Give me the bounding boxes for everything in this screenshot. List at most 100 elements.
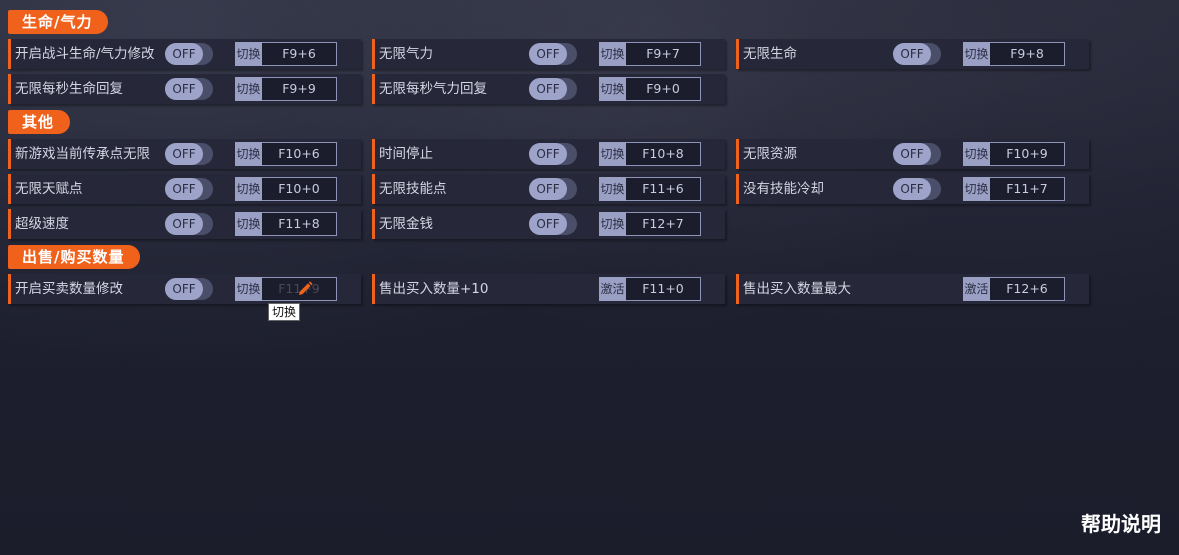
hotkey-key: F9+0 [626, 77, 701, 101]
cheat-label: 没有技能冷却 [743, 181, 824, 197]
toggle-switch[interactable]: OFF [893, 178, 941, 200]
hotkey-key: F9+6 [262, 42, 337, 66]
hotkey-mode: 激活 [599, 277, 626, 301]
cheat-row: 无限金钱 OFF 切换 F12+7 [372, 209, 725, 239]
cheat-label: 无限资源 [743, 146, 797, 162]
hotkey-key: F11+0 [626, 277, 701, 301]
toggle-state: OFF [165, 278, 203, 300]
hotkey-mode: 切换 [599, 142, 626, 166]
cheat-row: 新游戏当前传承点无限 OFF 切换 F10+6 [8, 139, 361, 169]
hotkey-field[interactable]: 切换 F10+9 [963, 142, 1065, 166]
hotkey-mode: 切换 [235, 42, 262, 66]
toggle-state: OFF [893, 143, 931, 165]
toggle-state: OFF [165, 43, 203, 65]
hotkey-mode: 切换 [235, 277, 262, 301]
hotkey-field[interactable]: 切换 F9+8 [963, 42, 1065, 66]
toggle-switch[interactable]: OFF [529, 213, 577, 235]
pencil-icon[interactable] [296, 280, 314, 298]
hotkey-field[interactable]: 切换 F10+8 [599, 142, 701, 166]
cheat-label: 开启买卖数量修改 [15, 281, 123, 297]
hotkey-mode: 切换 [963, 142, 990, 166]
hotkey-mode: 切换 [599, 77, 626, 101]
toggle-state: OFF [893, 43, 931, 65]
cheat-row: 售出买入数量+10 激活 F11+0 [372, 274, 725, 304]
hotkey-mode: 切换 [599, 212, 626, 236]
cheat-label: 超级速度 [15, 216, 69, 232]
cheat-row: 无限每秒气力回复 OFF 切换 F9+0 [372, 74, 725, 104]
toggle-state: OFF [529, 78, 567, 100]
cheat-row: 开启战斗生命/气力修改 OFF 切换 F9+6 [8, 39, 361, 69]
cheat-row: 开启买卖数量修改 OFF 切换 F11+9 [8, 274, 361, 304]
cheat-label: 售出买入数量最大 [743, 281, 851, 297]
toggle-switch[interactable]: OFF [165, 143, 213, 165]
hotkey-key: F10+9 [990, 142, 1065, 166]
hotkey-mode: 激活 [963, 277, 990, 301]
hotkey-key: F11+8 [262, 212, 337, 236]
hotkey-key: F9+7 [626, 42, 701, 66]
cheat-label: 无限每秒生命回复 [15, 81, 123, 97]
toggle-switch[interactable]: OFF [893, 143, 941, 165]
toggle-state: OFF [529, 43, 567, 65]
toggle-switch[interactable]: OFF [529, 43, 577, 65]
hotkey-field[interactable]: 切换 F9+9 [235, 77, 337, 101]
cheat-label: 时间停止 [379, 146, 433, 162]
cheat-row: 无限技能点 OFF 切换 F11+6 [372, 174, 725, 204]
cheat-label: 无限生命 [743, 46, 797, 62]
cheat-label: 无限技能点 [379, 181, 447, 197]
cheat-label: 无限天赋点 [15, 181, 83, 197]
cheat-row: 无限每秒生命回复 OFF 切换 F9+9 [8, 74, 361, 104]
toggle-switch[interactable]: OFF [165, 78, 213, 100]
toggle-state: OFF [529, 213, 567, 235]
toggle-switch[interactable]: OFF [893, 43, 941, 65]
hotkey-field[interactable]: 激活 F12+6 [963, 277, 1065, 301]
hotkey-mode: 切换 [963, 42, 990, 66]
tooltip: 切换 [268, 303, 301, 321]
toggle-state: OFF [165, 78, 203, 100]
cheat-label: 无限每秒气力回复 [379, 81, 487, 97]
cheat-label: 售出买入数量+10 [379, 281, 489, 297]
hotkey-key: F11+7 [990, 177, 1065, 201]
hotkey-field[interactable]: 切换 F9+7 [599, 42, 701, 66]
cheat-label: 无限金钱 [379, 216, 433, 232]
hotkey-field[interactable]: 切换 F9+6 [235, 42, 337, 66]
cheat-label: 开启战斗生命/气力修改 [15, 46, 155, 62]
section-title-other: 其他 [8, 110, 71, 134]
toggle-state: OFF [165, 143, 203, 165]
hotkey-field[interactable]: 切换 F11+7 [963, 177, 1065, 201]
toggle-switch[interactable]: OFF [165, 178, 213, 200]
hotkey-mode: 切换 [235, 77, 262, 101]
hotkey-field[interactable]: 切换 F11+6 [599, 177, 701, 201]
toggle-switch[interactable]: OFF [529, 178, 577, 200]
hotkey-field[interactable]: 切换 F10+0 [235, 177, 337, 201]
toggle-switch[interactable]: OFF [529, 143, 577, 165]
hotkey-mode: 切换 [599, 42, 626, 66]
section-title-sell-buy: 出售/购买数量 [8, 245, 141, 269]
hotkey-mode: 切换 [235, 142, 262, 166]
hotkey-key: F12+7 [626, 212, 701, 236]
toggle-switch[interactable]: OFF [165, 278, 213, 300]
hotkey-key: F10+0 [262, 177, 337, 201]
toggle-state: OFF [529, 143, 567, 165]
hotkey-field[interactable]: 切换 F10+6 [235, 142, 337, 166]
toggle-switch[interactable]: OFF [165, 43, 213, 65]
cheat-row: 无限资源 OFF 切换 F10+9 [736, 139, 1089, 169]
cheat-row: 没有技能冷却 OFF 切换 F11+7 [736, 174, 1089, 204]
hotkey-mode: 切换 [963, 177, 990, 201]
cheat-label: 无限气力 [379, 46, 433, 62]
cheat-row: 无限生命 OFF 切换 F9+8 [736, 39, 1089, 69]
hotkey-key: F10+8 [626, 142, 701, 166]
hotkey-key: F11+6 [626, 177, 701, 201]
hotkey-field[interactable]: 切换 F12+7 [599, 212, 701, 236]
hotkey-key: F10+6 [262, 142, 337, 166]
cheat-row: 无限气力 OFF 切换 F9+7 [372, 39, 725, 69]
hotkey-field[interactable]: 切换 F9+0 [599, 77, 701, 101]
toggle-switch[interactable]: OFF [529, 78, 577, 100]
cheat-row: 无限天赋点 OFF 切换 F10+0 [8, 174, 361, 204]
hotkey-key: F12+6 [990, 277, 1065, 301]
hotkey-field[interactable]: 切换 F11+9 [235, 277, 337, 301]
hotkey-field[interactable]: 激活 F11+0 [599, 277, 701, 301]
hotkey-mode: 切换 [235, 212, 262, 236]
help-button[interactable]: 帮助说明 [1081, 508, 1161, 537]
hotkey-field[interactable]: 切换 F11+8 [235, 212, 337, 236]
toggle-switch[interactable]: OFF [165, 213, 213, 235]
